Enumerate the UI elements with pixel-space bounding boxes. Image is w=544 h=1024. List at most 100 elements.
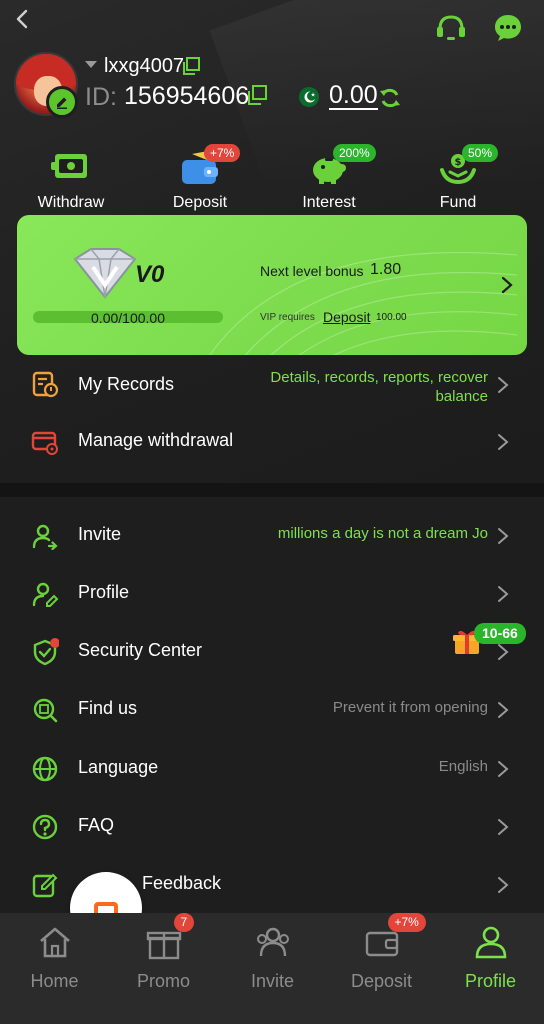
menu-extra-line1: Details, records, reports, recover [270,369,488,386]
headset-icon[interactable] [434,12,468,42]
menu-profile[interactable]: Profile [0,566,544,622]
balance-amount[interactable]: 0.00 [329,82,378,110]
back-icon[interactable] [10,6,36,32]
menu-manage-withdrawal[interactable]: Manage withdrawal [0,414,544,470]
chevron-right-icon[interactable] [499,275,515,295]
action-label: Fund [439,194,477,211]
chevron-right-icon [498,528,509,544]
globe-icon [32,756,58,782]
chevron-right-icon [498,877,509,893]
home-icon [39,927,70,958]
chevron-right-icon [498,644,509,660]
menu-label: Feedback [142,873,222,893]
nav-invite[interactable]: Invite [218,913,327,1024]
interest-badge: 200% [333,144,376,162]
chevron-right-icon [498,702,509,718]
id-label: ID: [85,83,117,111]
copy-username-icon[interactable] [181,56,201,76]
refresh-icon[interactable] [378,86,402,110]
action-icon-wrap: +7% [178,144,241,188]
menu-label: FAQ [78,815,115,835]
vip-diamond-icon [73,248,137,299]
nav-promo[interactable]: 7 Promo [109,913,218,1024]
nav-home[interactable]: Home [0,913,109,1024]
action-label: Withdraw [37,194,105,211]
nav-label: Deposit [350,971,413,991]
chevron-right-icon [498,434,509,450]
nav-profile[interactable]: Profile [436,913,544,1024]
action-fund[interactable]: $ 50% Fund [403,142,513,212]
nav-deposit[interactable]: +7% Deposit [327,913,436,1024]
action-withdraw[interactable]: Withdraw [16,142,126,212]
action-icon-wrap: $ 50% [436,144,499,188]
fund-badge: 50% [462,144,499,162]
menu-my-records[interactable]: My Records Details, records, reports, re… [0,356,544,412]
action-label: Deposit [172,194,228,211]
menu-label: My Records [78,374,175,394]
menu-extra: Details, records, reports, recover balan… [270,368,488,406]
nav-label: Invite [250,971,295,991]
menu-label: Language [78,757,159,777]
withdraw-icon [51,154,87,178]
svg-text:$: $ [455,157,462,168]
menu-invite[interactable]: Invite millions a day is not a dream Jo [0,508,544,564]
withdrawal-card-icon [31,431,58,455]
action-deposit[interactable]: +7% Deposit [145,142,255,212]
deposit-nav-badge: +7% [387,913,426,932]
records-icon [32,371,59,398]
shield-icon [33,638,59,666]
deposit-badge: +7% [204,144,241,162]
chevron-right-icon [498,819,509,835]
action-interest[interactable]: 200% Interest [274,142,384,212]
section-divider [0,483,544,497]
profile-screen: lxxg4007 ID: 156954606 0.00 Withdraw +7%… [0,0,544,1024]
question-icon [32,814,58,840]
menu-label: Profile [78,582,130,602]
vip-level: V0 [135,261,165,288]
chevron-right-icon [498,761,509,777]
nav-icon-wrap [253,923,293,963]
pencil-icon [57,97,67,109]
menu-extra: millions a day is not a dream Jo [277,525,488,542]
nav-label: Home [30,971,79,991]
nav-icon-wrap [35,923,75,963]
chevron-right-icon [498,377,509,393]
nav-label: Promo [136,971,190,991]
pakistan-flag-icon [299,87,319,107]
promo-badge: 7 [173,913,195,932]
menu-extra: English [438,758,488,775]
nav-icon-wrap: 7 [144,913,195,963]
vip-deposit-link[interactable]: Deposit [323,309,370,325]
vip-next-level-label: Next level bonus [260,263,364,279]
action-label: Interest [302,194,356,211]
menu-extra-line2: balance [435,388,488,405]
profile-icon [475,926,506,959]
security-gift-badge: 10-66 [474,623,526,644]
bottom-navigation: Home 7 Promo Invite +7% Deposit Profile [0,913,544,1024]
menu-extra: Prevent it from opening [332,699,488,716]
nav-icon-wrap: +7% [362,913,426,963]
chevron-right-icon [498,586,509,602]
group-users-icon [256,927,289,957]
action-icon-wrap: 200% [307,144,376,188]
menu-faq[interactable]: FAQ [0,799,544,855]
profile-edit-icon [32,582,59,607]
menu-label: Manage withdrawal [78,430,234,450]
caret-down-icon[interactable] [85,61,97,68]
vip-card[interactable]: V0 0.00/100.00 Next level bonus 1.80 VIP… [17,215,527,355]
edit-avatar-button[interactable] [46,86,78,118]
copy-id-icon[interactable] [246,84,268,106]
chat-icon[interactable] [492,12,524,44]
username: lxxg4007 [104,55,185,77]
vip-card-pattern [209,252,517,355]
menu-label: Find us [78,698,138,718]
nav-icon-wrap [471,923,511,963]
vip-progress-text: 0.00/100.00 [91,310,165,326]
nav-label: Profile [464,971,517,991]
action-icon-wrap [49,148,93,188]
id-value: 156954606 [124,82,250,110]
menu-label: Invite [78,524,122,544]
menu-find-us[interactable]: Find us Prevent it from opening [0,682,544,738]
menu-label: Security Center [78,640,203,660]
menu-language[interactable]: Language English [0,741,544,797]
